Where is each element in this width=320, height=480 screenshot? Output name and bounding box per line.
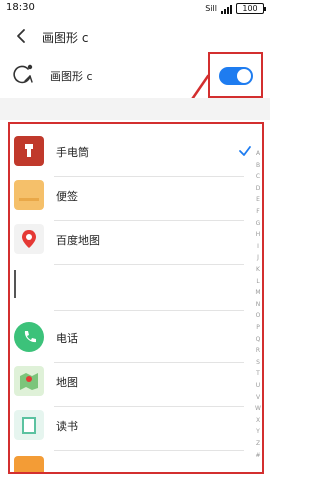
index-letter[interactable]: G bbox=[250, 220, 266, 227]
toggle-knob bbox=[237, 69, 251, 83]
blank-app-marker bbox=[14, 270, 16, 298]
list-item-label: 便签 bbox=[56, 190, 78, 203]
baidu-map-icon bbox=[14, 224, 44, 254]
index-letter[interactable]: M bbox=[250, 289, 266, 296]
index-letter[interactable]: K bbox=[250, 266, 266, 273]
list-item-blank[interactable] bbox=[10, 262, 262, 306]
index-letter[interactable]: O bbox=[250, 312, 266, 319]
flashlight-icon bbox=[14, 136, 44, 166]
alphabet-index[interactable]: A B C D E F G H I J K L M N O P Q R S T U V W X Y Z # bbox=[250, 150, 266, 470]
index-letter[interactable]: # bbox=[250, 452, 266, 459]
back-icon[interactable] bbox=[12, 26, 32, 46]
list-item-label: 读书 bbox=[56, 420, 78, 433]
gesture-icon bbox=[13, 64, 33, 84]
index-letter[interactable]: R bbox=[250, 347, 266, 354]
index-letter[interactable]: U bbox=[250, 382, 266, 389]
index-letter[interactable]: E bbox=[250, 196, 266, 203]
index-letter[interactable]: S bbox=[250, 359, 266, 366]
index-letter[interactable]: X bbox=[250, 417, 266, 424]
list-item-label: 手电筒 bbox=[56, 146, 89, 159]
section-spacer bbox=[0, 98, 270, 120]
list-item-notes[interactable]: 便签 bbox=[10, 174, 262, 218]
battery-icon: 100 bbox=[236, 3, 266, 14]
list-item-label: 百度地图 bbox=[56, 234, 100, 247]
status-bar: 18:30 Sill 100 bbox=[0, 0, 270, 18]
list-item-label: 地图 bbox=[56, 376, 78, 389]
index-letter[interactable]: Z bbox=[250, 440, 266, 447]
index-letter[interactable]: Y bbox=[250, 428, 266, 435]
index-letter[interactable]: J bbox=[250, 254, 266, 261]
index-letter[interactable]: W bbox=[250, 405, 266, 412]
index-letter[interactable]: L bbox=[250, 278, 266, 285]
list-item-phone[interactable]: 电话 bbox=[10, 316, 262, 360]
status-time: 18:30 bbox=[6, 2, 35, 13]
signal-icon bbox=[221, 4, 232, 14]
list-item-reading[interactable]: 读书 bbox=[10, 404, 262, 448]
battery-level: 100 bbox=[242, 4, 258, 13]
phone-icon bbox=[14, 322, 44, 352]
index-letter[interactable]: A bbox=[250, 150, 266, 157]
app-list-highlight-box: 手电筒 便签 百度地图 电话 地图 读书 bbox=[8, 122, 264, 474]
page-title: 画图形 c bbox=[42, 31, 89, 45]
map-icon bbox=[14, 366, 44, 396]
index-letter[interactable]: V bbox=[250, 394, 266, 401]
gesture-toggle-switch[interactable] bbox=[219, 67, 253, 85]
index-letter[interactable]: N bbox=[250, 301, 266, 308]
signal-label: Sill bbox=[205, 4, 217, 13]
notes-icon bbox=[14, 180, 44, 210]
list-item-partial[interactable] bbox=[10, 450, 262, 472]
switch-highlight-box bbox=[208, 52, 263, 98]
list-item-label: 电话 bbox=[56, 332, 78, 345]
index-letter[interactable]: F bbox=[250, 208, 266, 215]
status-icons: Sill 100 bbox=[205, 3, 266, 14]
index-letter[interactable]: H bbox=[250, 231, 266, 238]
index-letter[interactable]: P bbox=[250, 324, 266, 331]
list-divider bbox=[54, 310, 244, 311]
index-letter[interactable]: B bbox=[250, 162, 266, 169]
list-item-flashlight[interactable]: 手电筒 bbox=[10, 130, 262, 174]
index-letter[interactable]: Q bbox=[250, 336, 266, 343]
list-item-map[interactable]: 地图 bbox=[10, 360, 262, 404]
book-icon bbox=[14, 410, 44, 440]
list-item-baidu-map[interactable]: 百度地图 bbox=[10, 218, 262, 262]
index-letter[interactable]: C bbox=[250, 173, 266, 180]
index-letter[interactable]: T bbox=[250, 370, 266, 377]
index-letter[interactable]: D bbox=[250, 185, 266, 192]
setting-label: 画图形 c bbox=[50, 70, 93, 83]
orange-app-icon bbox=[14, 456, 44, 472]
index-letter[interactable]: I bbox=[250, 243, 266, 250]
